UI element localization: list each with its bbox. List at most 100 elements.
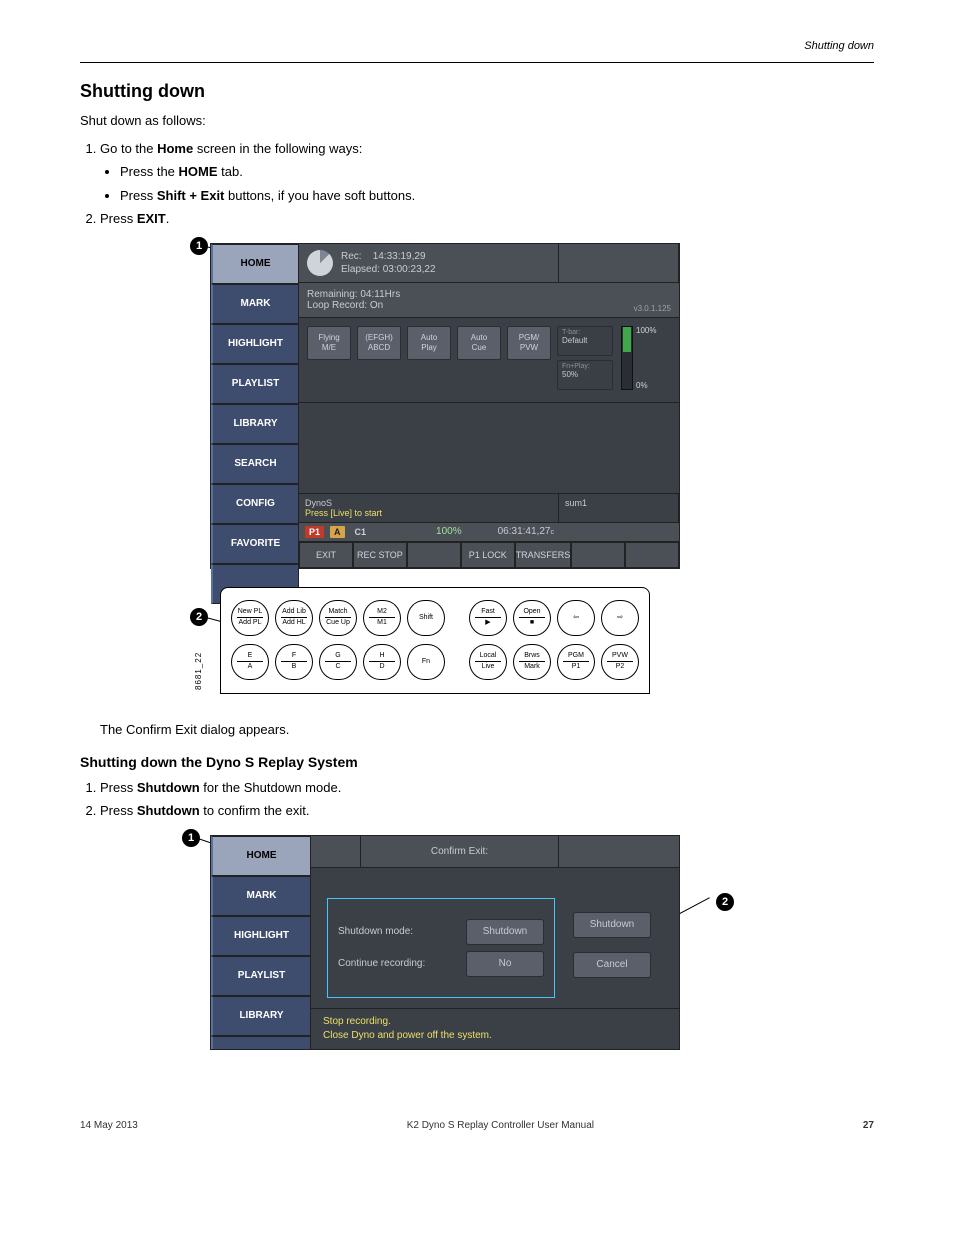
steps-list-2: Press Shutdown for the Shutdown mode. Pr… <box>100 778 874 821</box>
key-shift[interactable]: Shift <box>407 600 445 636</box>
key--[interactable]: ⇨ <box>601 600 639 636</box>
tab-column-2: HOME MARK HIGHLIGHT PLAYLIST LIBRARY SEA… <box>211 836 311 1049</box>
tab-highlight[interactable]: HIGHLIGHT <box>211 324 299 364</box>
tab-search[interactable]: SEARCH <box>211 444 299 484</box>
key-e[interactable]: EA <box>231 644 269 680</box>
tab2-library[interactable]: LIBRARY <box>211 996 311 1036</box>
soft-button-row: EXIT REC STOP P1 LOCK TRANSFERS <box>299 542 679 568</box>
btn-auto-cue[interactable]: AutoCue <box>457 326 501 360</box>
step-2: Press EXIT. <box>100 209 874 229</box>
footer-page-number: 27 <box>863 1120 874 1131</box>
tab2-playlist[interactable]: PLAYLIST <box>211 956 311 996</box>
key-match[interactable]: MatchCue Up <box>319 600 357 636</box>
after-shot1-text: The Confirm Exit dialog appears. <box>100 721 874 740</box>
key--[interactable]: ⇦ <box>557 600 595 636</box>
step-1-opt-b: Press Shift + Exit buttons, if you have … <box>120 186 874 206</box>
soft-empty-1 <box>407 542 461 568</box>
lead-text: Shut down as follows: <box>80 112 874 131</box>
home-screen: HOME MARK HIGHLIGHT PLAYLIST LIBRARY SEA… <box>210 243 680 569</box>
soft-transfers[interactable]: TRANSFERS <box>515 542 572 568</box>
key-h[interactable]: HD <box>363 644 401 680</box>
fnplay-box[interactable]: Fn+Play: 50% <box>557 360 613 390</box>
cancel-button[interactable]: Cancel <box>573 952 651 978</box>
top-right-empty <box>559 244 679 282</box>
level-meter <box>621 326 633 390</box>
shutdown-message: Stop recording. Close Dyno and power off… <box>311 1008 679 1049</box>
continue-recording-button[interactable]: No <box>466 951 544 977</box>
shutdown-mode-button[interactable]: Shutdown <box>466 919 544 945</box>
speed-pct: 100% <box>436 526 462 537</box>
key-brws[interactable]: BrwsMark <box>513 644 551 680</box>
step-1-opt-a: Press the HOME tab. <box>120 162 874 182</box>
shutdown-mode-label: Shutdown mode: <box>338 926 458 937</box>
rec-status-box: Rec: 14:33:19,29 Elapsed: 03:00:23,22 <box>299 244 559 282</box>
empty-area <box>299 403 679 493</box>
soft-p1-lock[interactable]: P1 LOCK <box>461 542 515 568</box>
dialog-title-row: Confirm Exit: <box>311 836 679 868</box>
tbar-column: T-bar: Default Fn+Play: 50% <box>557 326 613 394</box>
key-pgm[interactable]: PGMP1 <box>557 644 595 680</box>
keypad-diagram: 8681_22 New PLAdd PLAdd LibAdd HLMatchCu… <box>220 587 650 701</box>
diagram-id: 8681_22 <box>194 652 203 690</box>
confirm-exit-screen: HOME MARK HIGHLIGHT PLAYLIST LIBRARY SEA… <box>210 835 680 1050</box>
btn-efgh-abcd[interactable]: (EFGH)ABCD <box>357 326 401 360</box>
s2-step-1: Press Shutdown for the Shutdown mode. <box>100 778 874 798</box>
tab-library[interactable]: LIBRARY <box>211 404 299 444</box>
btn-auto-play[interactable]: AutoPlay <box>407 326 451 360</box>
version-label: v3.0.1.125 <box>634 304 671 313</box>
screenshot-1-wrap: 1 HOME MARK HIGHLIGHT PLAYLIST LIBRARY S… <box>80 243 874 701</box>
tab-mark[interactable]: MARK <box>211 284 299 324</box>
screenshot-2-wrap: 1 2 HOME MARK HIGHLIGHT PLAYLIST LIBRARY… <box>80 835 874 1050</box>
shutdown-confirm-button[interactable]: Shutdown <box>573 912 651 938</box>
step-1: Go to the Home screen in the following w… <box>100 139 874 206</box>
tab-favorite[interactable]: FAVORITE <box>211 524 299 564</box>
footer-doc-title: K2 Dyno S Replay Controller User Manual <box>407 1120 594 1131</box>
btn-flying-me[interactable]: FlyingM/E <box>307 326 351 360</box>
page-header-right: Shutting down <box>80 40 874 52</box>
shutdown-dialog: Shutdown mode: Shutdown Continue recordi… <box>327 898 555 998</box>
page-footer: 14 May 2013 K2 Dyno S Replay Controller … <box>80 1120 874 1131</box>
soft-exit[interactable]: EXIT <box>299 542 353 568</box>
key-fast[interactable]: Fast▶ <box>469 600 507 636</box>
key-fn[interactable]: Fn <box>407 644 445 680</box>
tab-home[interactable]: HOME <box>211 244 299 284</box>
channel-info-row: P1 A C1 100% 06:31:41,27c <box>299 523 679 542</box>
key-f[interactable]: FB <box>275 644 313 680</box>
key-local[interactable]: LocalLive <box>469 644 507 680</box>
status-row: DynoS Press [Live] to start sum1 <box>299 493 679 523</box>
tab2-search[interactable]: SEARCH <box>211 1036 311 1050</box>
soft-empty-3 <box>625 542 679 568</box>
key-g[interactable]: GC <box>319 644 357 680</box>
tab2-home[interactable]: HOME <box>211 836 311 876</box>
key-m2[interactable]: M2M1 <box>363 600 401 636</box>
tab-column: HOME MARK HIGHLIGHT PLAYLIST LIBRARY SEA… <box>211 244 299 568</box>
key-add-lib[interactable]: Add LibAdd HL <box>275 600 313 636</box>
key-open[interactable]: Open■ <box>513 600 551 636</box>
key-new-pl[interactable]: New PLAdd PL <box>231 600 269 636</box>
remaining-row: Remaining: 04:11Hrs Loop Record: On v3.0… <box>299 283 679 318</box>
continue-recording-label: Continue recording: <box>338 958 458 969</box>
tab2-highlight[interactable]: HIGHLIGHT <box>211 916 311 956</box>
section-title-shutting-down: Shutting down <box>80 81 874 102</box>
timecode: 06:31:41,27c <box>498 526 554 537</box>
section-title-dyno-s: Shutting down the Dyno S Replay System <box>80 754 874 770</box>
tab2-mark[interactable]: MARK <box>211 876 311 916</box>
tab-playlist[interactable]: PLAYLIST <box>211 364 299 404</box>
header-rule <box>80 62 874 63</box>
dialog-title: Confirm Exit: <box>361 836 559 867</box>
btn-pgm-pvw[interactable]: PGM/PVW <box>507 326 551 360</box>
key-pvw[interactable]: PVWP2 <box>601 644 639 680</box>
chip-p1: P1 <box>305 526 324 538</box>
record-pie-icon <box>307 250 333 276</box>
steps-list-1: Go to the Home screen in the following w… <box>100 139 874 229</box>
mode-buttons-row: FlyingM/E (EFGH)ABCD AutoPlay AutoCue PG… <box>299 318 679 403</box>
footer-date: 14 May 2013 <box>80 1120 138 1131</box>
chip-c1: C1 <box>351 526 371 538</box>
s2-step-2: Press Shutdown to confirm the exit. <box>100 801 874 821</box>
chip-a: A <box>330 526 345 538</box>
soft-rec-stop[interactable]: REC STOP <box>353 542 407 568</box>
tbar-box[interactable]: T-bar: Default <box>557 326 613 356</box>
soft-empty-2 <box>571 542 625 568</box>
callout2-2-num: 2 <box>716 893 734 911</box>
tab-config[interactable]: CONFIG <box>211 484 299 524</box>
